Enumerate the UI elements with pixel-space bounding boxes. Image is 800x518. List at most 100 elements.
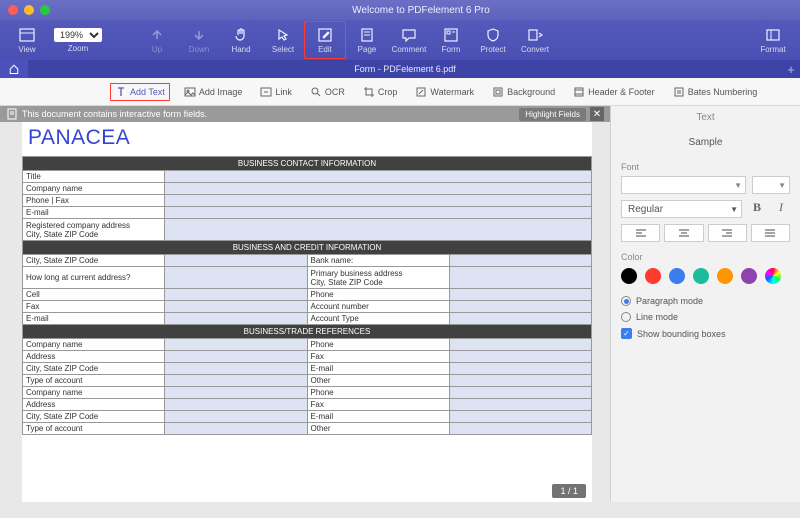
- add-text-button[interactable]: Add Text: [110, 83, 170, 101]
- tab-strip: Form - PDFelement 6.pdf +: [0, 60, 800, 78]
- bates-button[interactable]: Bates Numbering: [669, 84, 762, 100]
- document-pane[interactable]: This document contains interactive form …: [0, 106, 610, 502]
- font-style-select[interactable]: Regular▼: [621, 200, 742, 218]
- edit-button[interactable]: Edit: [304, 21, 346, 59]
- document-tab[interactable]: Form - PDFelement 6.pdf: [28, 64, 782, 74]
- pdf-page[interactable]: PANACEA BUSINESS CONTACT INFORMATION Tit…: [22, 122, 592, 502]
- page-label: Page: [358, 45, 377, 54]
- zoom-select[interactable]: 199%: [54, 28, 102, 42]
- down-label: Down: [189, 45, 209, 54]
- radio-icon: [621, 312, 631, 322]
- link-button[interactable]: Link: [256, 84, 296, 100]
- minimize-window-icon[interactable]: [24, 5, 34, 15]
- main-toolbar: View 199% Zoom Up Down Hand Select Edit …: [0, 20, 800, 60]
- paragraph-mode-option[interactable]: Paragraph mode: [621, 296, 790, 306]
- close-window-icon[interactable]: [8, 5, 18, 15]
- color-swatch[interactable]: [621, 268, 637, 284]
- background-button[interactable]: Background: [488, 84, 559, 100]
- document-brand: PANACEA: [22, 122, 592, 156]
- ocr-button[interactable]: OCR: [306, 84, 349, 100]
- format-label: Format: [760, 45, 785, 54]
- align-justify-button[interactable]: [751, 224, 790, 242]
- font-section-label: Font: [621, 162, 790, 172]
- bounding-boxes-label: Show bounding boxes: [637, 329, 726, 339]
- crop-button[interactable]: Crop: [359, 84, 402, 100]
- italic-button[interactable]: I: [772, 200, 790, 218]
- convert-button[interactable]: Convert: [514, 21, 556, 59]
- add-image-button[interactable]: Add Image: [180, 84, 247, 100]
- form-table: BUSINESS CONTACT INFORMATION Title Compa…: [22, 156, 592, 435]
- radio-icon: [621, 296, 631, 306]
- format-panel: Text Sample Font ▼ ▼ Regular▼ B I Color: [610, 106, 800, 502]
- paragraph-mode-label: Paragraph mode: [636, 296, 703, 306]
- page-indicator: 1 / 1: [552, 484, 586, 498]
- color-swatch[interactable]: [645, 268, 661, 284]
- bold-button[interactable]: B: [748, 200, 766, 218]
- view-button[interactable]: View: [6, 21, 48, 59]
- hand-label: Hand: [231, 45, 250, 54]
- format-button[interactable]: Format: [752, 21, 794, 59]
- titlebar: Welcome to PDFelement 6 Pro: [0, 0, 800, 20]
- color-swatch[interactable]: [741, 268, 757, 284]
- up-button: Up: [136, 21, 178, 59]
- hand-button[interactable]: Hand: [220, 21, 262, 59]
- window-title: Welcome to PDFelement 6 Pro: [50, 5, 792, 16]
- highlight-fields-button[interactable]: Highlight Fields: [519, 108, 586, 121]
- line-mode-option[interactable]: Line mode: [621, 312, 790, 322]
- align-right-button[interactable]: [708, 224, 747, 242]
- panel-title: Text: [621, 112, 790, 123]
- window-controls: [8, 5, 50, 15]
- header-footer-button[interactable]: Header & Footer: [569, 84, 659, 100]
- view-label: View: [18, 45, 35, 54]
- protect-button[interactable]: Protect: [472, 21, 514, 59]
- add-image-label: Add Image: [199, 87, 243, 97]
- home-button[interactable]: [0, 60, 28, 78]
- page-button[interactable]: Page: [346, 21, 388, 59]
- align-left-button[interactable]: [621, 224, 660, 242]
- close-infobar-icon[interactable]: ✕: [590, 107, 604, 121]
- section-header: BUSINESS/TRADE REFERENCES: [23, 325, 592, 339]
- color-swatch[interactable]: [717, 268, 733, 284]
- info-bar: This document contains interactive form …: [0, 106, 610, 122]
- color-swatch[interactable]: [693, 268, 709, 284]
- background-label: Background: [507, 87, 555, 97]
- header-footer-label: Header & Footer: [588, 87, 655, 97]
- watermark-label: Watermark: [430, 87, 474, 97]
- zoom-label: Zoom: [68, 44, 88, 53]
- crop-label: Crop: [378, 87, 398, 97]
- color-section-label: Color: [621, 252, 790, 262]
- add-text-label: Add Text: [130, 87, 165, 97]
- form-button[interactable]: Form: [430, 21, 472, 59]
- font-family-select[interactable]: ▼: [621, 176, 746, 194]
- font-size-select[interactable]: ▼: [752, 176, 790, 194]
- down-button: Down: [178, 21, 220, 59]
- watermark-button[interactable]: Watermark: [411, 84, 478, 100]
- maximize-window-icon[interactable]: [40, 5, 50, 15]
- select-button[interactable]: Select: [262, 21, 304, 59]
- info-bar-message: This document contains interactive form …: [22, 109, 519, 119]
- sample-text: Sample: [621, 137, 790, 148]
- bounding-boxes-option[interactable]: ✓ Show bounding boxes: [621, 328, 790, 339]
- link-label: Link: [275, 87, 292, 97]
- protect-label: Protect: [480, 45, 505, 54]
- section-header: BUSINESS AND CREDIT INFORMATION: [23, 241, 592, 255]
- new-tab-button[interactable]: +: [782, 62, 800, 77]
- line-mode-label: Line mode: [636, 312, 678, 322]
- color-swatches: [621, 268, 790, 284]
- comment-button[interactable]: Comment: [388, 21, 430, 59]
- checkbox-icon: ✓: [621, 328, 632, 339]
- bates-label: Bates Numbering: [688, 87, 758, 97]
- up-label: Up: [152, 45, 162, 54]
- align-center-button[interactable]: [664, 224, 703, 242]
- convert-label: Convert: [521, 45, 549, 54]
- comment-label: Comment: [392, 45, 427, 54]
- zoom-control[interactable]: 199% Zoom: [48, 21, 108, 59]
- color-picker-icon[interactable]: [765, 268, 781, 284]
- edit-toolbar: Add Text Add Image Link OCR Crop Waterma…: [0, 78, 800, 106]
- color-swatch[interactable]: [669, 268, 685, 284]
- form-label: Form: [442, 45, 461, 54]
- select-label: Select: [272, 45, 294, 54]
- edit-label: Edit: [318, 45, 332, 54]
- ocr-label: OCR: [325, 87, 345, 97]
- section-header: BUSINESS CONTACT INFORMATION: [23, 157, 592, 171]
